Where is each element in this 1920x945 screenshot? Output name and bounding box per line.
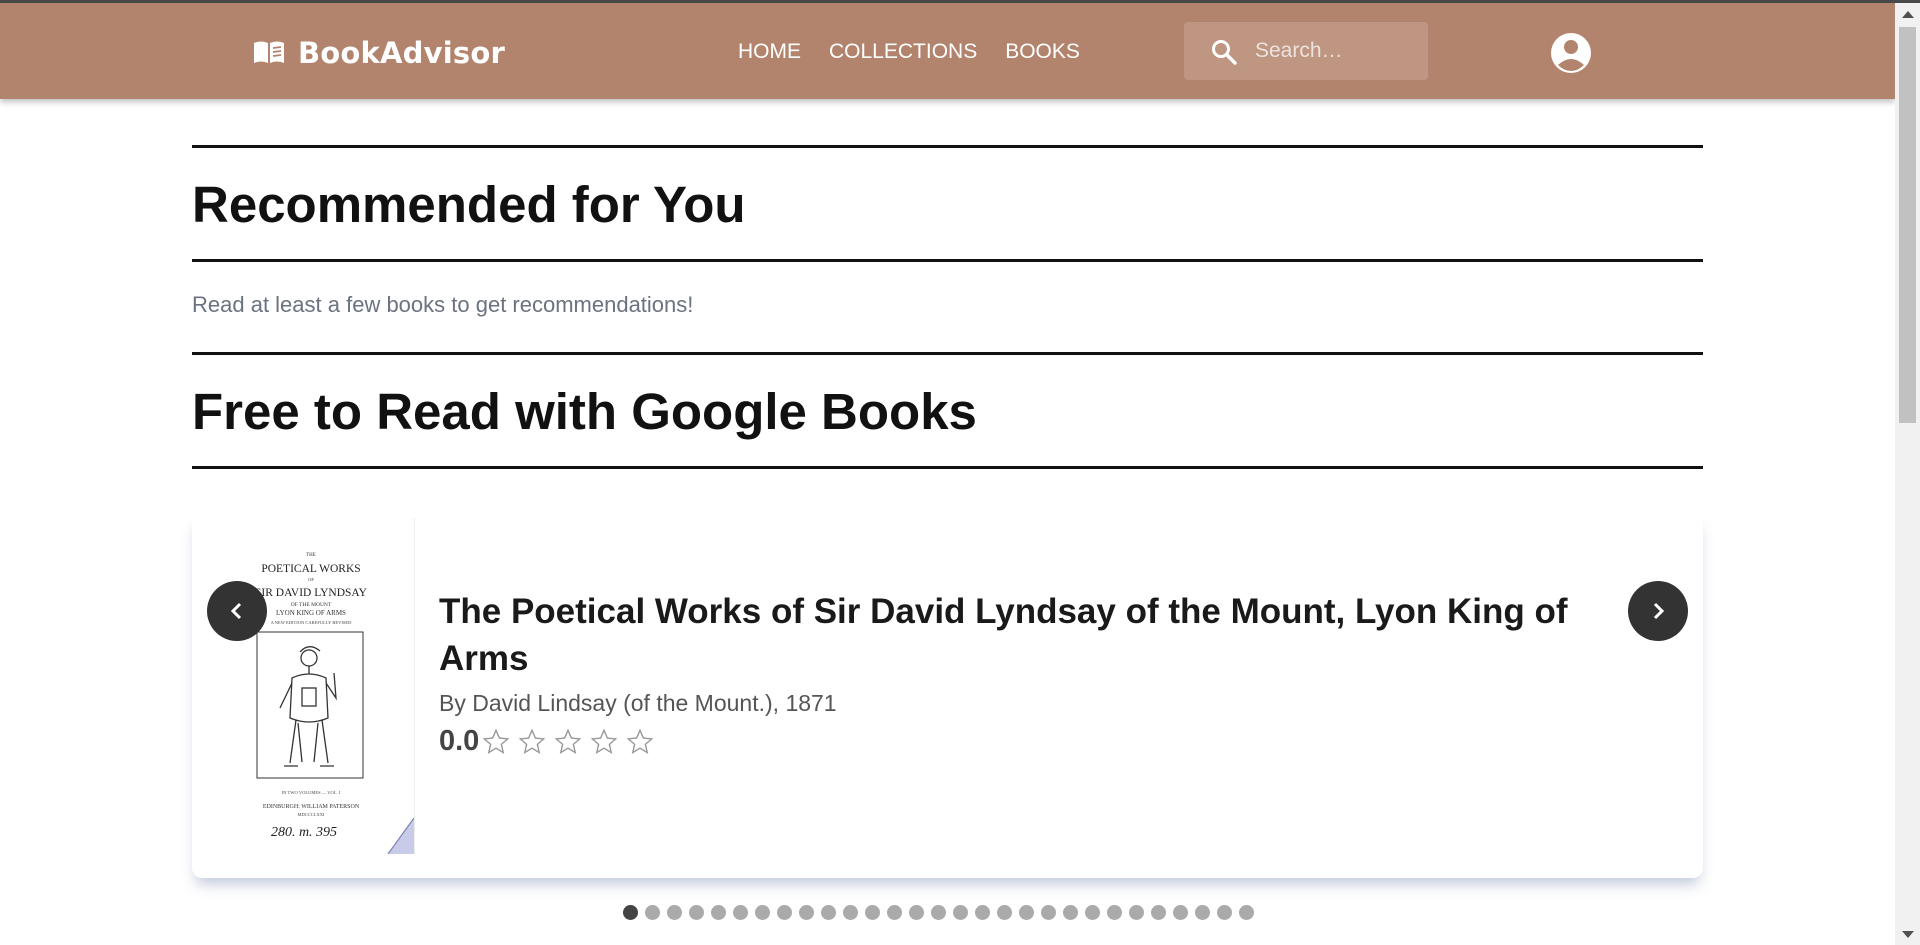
- cover-text: OF: [308, 577, 314, 582]
- chevron-right-icon: [1653, 602, 1665, 620]
- carousel-prev-button[interactable]: [207, 581, 267, 641]
- carousel-dot[interactable]: [1085, 905, 1100, 920]
- section-divider: [192, 145, 1703, 148]
- cover-text: THE: [306, 553, 316, 558]
- book-cover[interactable]: THE POETICAL WORKS OF SIR DAVID LYNDSAY …: [208, 518, 415, 855]
- star-icon: [518, 728, 546, 754]
- carousel-dot[interactable]: [1151, 905, 1166, 920]
- book-author: By David Lindsay (of the Mount.), 1871: [439, 690, 837, 716]
- rating-stars: [482, 728, 654, 756]
- scroll-down-arrow[interactable]: [1902, 931, 1914, 938]
- carousel-dot[interactable]: [931, 905, 946, 920]
- carousel-dot[interactable]: [953, 905, 968, 920]
- cover-text: IN TWO VOLUMES — VOL. I: [282, 790, 341, 795]
- book-title[interactable]: The Poetical Works of Sir David Lyndsay …: [439, 588, 1639, 682]
- account-circle-icon: [1551, 33, 1591, 73]
- search-icon[interactable]: [1210, 38, 1238, 66]
- carousel-dot[interactable]: [645, 905, 660, 920]
- carousel-dot[interactable]: [1107, 905, 1122, 920]
- carousel-dot[interactable]: [1217, 905, 1232, 920]
- carousel-dot[interactable]: [1063, 905, 1078, 920]
- account-button[interactable]: [1550, 32, 1592, 79]
- carousel-dot[interactable]: [821, 905, 836, 920]
- scroll-up-arrow[interactable]: [1902, 11, 1914, 18]
- carousel-dot[interactable]: [1173, 905, 1188, 920]
- carousel-dot[interactable]: [755, 905, 770, 920]
- carousel-dot[interactable]: [865, 905, 880, 920]
- carousel-dot[interactable]: [667, 905, 682, 920]
- carousel-dot[interactable]: [689, 905, 704, 920]
- book-card[interactable]: THE POETICAL WORKS OF SIR DAVID LYNDSAY …: [192, 512, 1703, 878]
- cover-text: LYON KING OF ARMS: [276, 609, 346, 617]
- recommendation-message: Read at least a few books to get recomme…: [192, 292, 694, 317]
- carousel-dot[interactable]: [909, 905, 924, 920]
- page-scrollbar[interactable]: [1895, 3, 1920, 945]
- carousel-dot[interactable]: [733, 905, 748, 920]
- recommended-heading: Recommended for You: [192, 176, 746, 233]
- star-icon: [482, 728, 510, 754]
- cover-text: POETICAL WORKS: [261, 563, 360, 575]
- carousel-dot[interactable]: [777, 905, 792, 920]
- carousel-next-button[interactable]: [1628, 581, 1688, 641]
- carousel-dot[interactable]: [1239, 905, 1254, 920]
- book-cover-image: THE POETICAL WORKS OF SIR DAVID LYNDSAY …: [255, 553, 415, 855]
- carousel-dot[interactable]: [799, 905, 814, 920]
- cover-text: MDCCCLXXI: [297, 812, 325, 817]
- cover-text: SIR DAVID LYNDSAY: [255, 587, 368, 599]
- rating-value: 0.0: [439, 725, 480, 757]
- open-book-icon: [254, 41, 284, 63]
- section-divider: [192, 259, 1703, 262]
- scrollbar-thumb[interactable]: [1899, 27, 1916, 423]
- star-icon: [626, 728, 654, 754]
- carousel-dot[interactable]: [1195, 905, 1210, 920]
- section-divider: [192, 466, 1703, 469]
- carousel-dot[interactable]: [887, 905, 902, 920]
- search-input[interactable]: [1255, 34, 1420, 68]
- cover-text: OF THE MOUNT: [291, 602, 332, 608]
- carousel-dot[interactable]: [711, 905, 726, 920]
- brand-logo[interactable]: BookAdvisor: [252, 36, 505, 70]
- carousel-dot[interactable]: [843, 905, 858, 920]
- book-rating: 0.0: [439, 725, 654, 758]
- star-icon: [554, 728, 582, 754]
- nav-collections-link[interactable]: COLLECTIONS: [829, 40, 977, 64]
- carousel-dot[interactable]: [1129, 905, 1144, 920]
- carousel-pagination: [623, 905, 1254, 920]
- nav-books-link[interactable]: BOOKS: [1005, 40, 1080, 64]
- carousel-dot[interactable]: [1041, 905, 1056, 920]
- navbar: BookAdvisor HOME COLLECTIONS BOOKS: [0, 3, 1895, 99]
- carousel-dot[interactable]: [997, 905, 1012, 920]
- cover-text: EDINBURGH: WILLIAM PATERSON: [263, 804, 360, 810]
- star-icon: [590, 728, 618, 754]
- brand-name: BookAdvisor: [298, 36, 505, 70]
- carousel-dot[interactable]: [975, 905, 990, 920]
- free-books-heading: Free to Read with Google Books: [192, 383, 977, 440]
- cover-text: A NEW EDITION CAREFULLY REVISED: [271, 620, 353, 625]
- chevron-left-icon: [230, 602, 242, 620]
- carousel-dot[interactable]: [623, 905, 638, 920]
- cover-text: 280. m. 395: [271, 825, 337, 840]
- nav-home-link[interactable]: HOME: [738, 40, 801, 64]
- carousel-dot[interactable]: [1019, 905, 1034, 920]
- search-box: [1184, 22, 1428, 80]
- section-divider: [192, 352, 1703, 355]
- main-nav: HOME COLLECTIONS BOOKS: [738, 40, 1080, 64]
